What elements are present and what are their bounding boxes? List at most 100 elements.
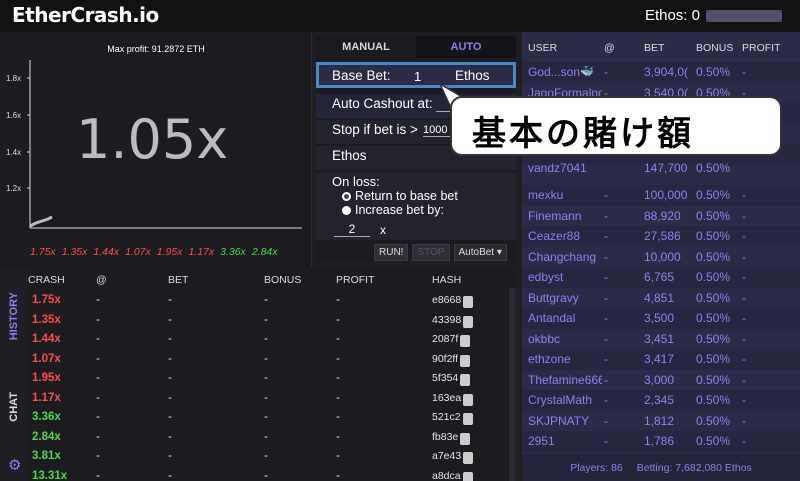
player-bet: 2,345 <box>644 393 675 407</box>
history-profit: - <box>336 469 340 481</box>
player-user[interactable]: Finemann <box>528 209 602 223</box>
player-bonus: 0.50% <box>696 413 731 428</box>
player-profit: - <box>742 413 746 428</box>
history-hash[interactable]: 43398 <box>432 314 474 328</box>
stop-button[interactable]: STOP <box>412 244 450 261</box>
player-row: Finemann -88,920 0.50% - <box>522 206 800 227</box>
run-button[interactable]: RUN! <box>374 244 409 261</box>
history-row[interactable]: 1.17x - - - - 163ea <box>28 390 515 410</box>
account-balance[interactable]: Ethos: 0 <box>645 7 782 24</box>
player-user[interactable]: Buttgravy <box>528 291 602 305</box>
history-at: - <box>96 430 100 443</box>
return-base-option[interactable]: Return to base bet <box>342 189 516 203</box>
clipboard-icon[interactable] <box>463 296 474 308</box>
history-at: - <box>96 313 100 326</box>
history-profit: - <box>336 333 340 345</box>
player-user[interactable]: Antandal <box>528 311 602 325</box>
history-scrollbar[interactable] <box>509 288 515 481</box>
increase-input[interactable]: 2 <box>334 222 370 237</box>
history-hash[interactable]: 521c2 <box>432 411 473 425</box>
clipboard-icon[interactable] <box>460 354 471 367</box>
history-column-header[interactable]: HASH <box>432 274 461 286</box>
player-bet: 27,586 <box>644 229 681 243</box>
players-column-header[interactable]: BONUS <box>696 42 733 54</box>
history-hash[interactable]: fb83e <box>432 431 471 445</box>
history-row[interactable]: 3.36x - - - - 521c2 <box>28 409 515 429</box>
history-hash[interactable]: 2087f <box>432 333 471 347</box>
player-bet: 3,500 <box>644 311 675 325</box>
player-row: 2951-1,786 0.50% - <box>522 431 800 452</box>
history-bonus: - <box>264 430 268 443</box>
player-profit: - <box>742 65 746 79</box>
side-tabs: HISTORY CHAT ⚙ <box>0 270 28 481</box>
players-column-header[interactable]: BET <box>644 42 664 54</box>
players-column-header[interactable]: PROFIT <box>742 42 781 54</box>
history-column-header[interactable]: PROFIT <box>336 274 375 286</box>
clipboard-icon[interactable] <box>463 315 474 328</box>
on-loss-section: On loss: Return to base bet Increase bet… <box>316 172 516 240</box>
annotation-callout: 基本の賭け額 <box>450 96 782 156</box>
player-user[interactable]: ethzone <box>528 352 602 366</box>
gear-icon[interactable]: ⚙ <box>8 456 21 474</box>
history-row[interactable]: 2.84x - - - - fb83e <box>28 429 515 449</box>
player-user[interactable]: mexku <box>528 188 602 202</box>
players-count: Players: 86 <box>570 461 623 474</box>
clipboard-icon[interactable] <box>462 471 473 481</box>
player-bet: 3,000 <box>644 372 675 387</box>
clipboard-icon[interactable] <box>460 335 471 347</box>
clipboard-icon[interactable] <box>462 413 473 425</box>
clipboard-icon[interactable] <box>463 393 474 406</box>
player-user[interactable]: Thefamine666 <box>528 373 602 387</box>
history-panel: HISTORY CHAT ⚙ CRASH @ BET BONUS PROFIT HASH … <box>0 270 515 481</box>
history-hash[interactable]: a8dca <box>432 470 473 481</box>
history-row[interactable]: 1.07x - - - - 90f2ff <box>28 351 515 371</box>
player-user[interactable]: SKJPNATY <box>528 414 602 428</box>
history-column-header[interactable]: CRASH <box>28 274 65 286</box>
player-user[interactable]: 2951 <box>528 434 602 448</box>
history-hash[interactable]: 163ea <box>432 392 474 406</box>
history-row[interactable]: 1.75x - - - - e8668 <box>28 292 515 312</box>
history-column-header[interactable]: BET <box>168 274 188 286</box>
radio-icon[interactable] <box>342 205 351 215</box>
tab-manual[interactable]: MANUAL <box>316 36 416 58</box>
player-row: SKJPNATY -1,812 0.50% - <box>522 411 800 432</box>
history-profit: - <box>336 372 340 384</box>
history-row[interactable]: 1.44x - - - - 2087f <box>28 331 515 351</box>
radio-selected-icon[interactable] <box>342 191 351 201</box>
player-bonus: 0.50% <box>696 270 731 284</box>
clipboard-icon[interactable] <box>460 432 471 445</box>
players-column-header[interactable]: USER <box>528 42 557 54</box>
history-hash[interactable]: 5f354 <box>432 372 471 386</box>
y-tick-label: 1.4x <box>6 148 21 157</box>
history-row[interactable]: 1.35x - - - - 43398 <box>28 312 515 332</box>
tab-history[interactable]: HISTORY <box>8 292 20 340</box>
player-profit: - <box>742 393 746 407</box>
tab-chat[interactable]: CHAT <box>8 392 20 422</box>
history-row[interactable]: 3.81x - - - - a7e43 <box>28 448 515 468</box>
clipboard-icon[interactable] <box>460 374 471 386</box>
history-column-header[interactable]: @ <box>96 274 107 286</box>
player-user[interactable]: edbyst <box>528 270 602 284</box>
player-row: Antandal -3,500 0.50% - <box>522 308 800 329</box>
increase-bet-option[interactable]: Increase bet by: <box>342 203 516 217</box>
site-logo[interactable]: EtherCrash.io <box>12 3 159 27</box>
autobet-select[interactable]: AutoBet ▾ <box>453 244 507 261</box>
base-bet-input[interactable]: 1 <box>414 69 421 84</box>
history-row[interactable]: 13.31x - - - - a8dca <box>28 468 515 481</box>
stop-label: Stop if bet is > <box>332 122 418 137</box>
history-bonus: - <box>264 469 268 481</box>
tab-auto[interactable]: AUTO <box>416 36 516 58</box>
player-user[interactable]: Ceazer88 <box>528 229 602 243</box>
players-column-header[interactable]: @ <box>604 42 615 54</box>
player-bonus: 0.50% <box>696 65 731 79</box>
player-user[interactable]: CrystalMath <box>528 393 602 407</box>
history-hash[interactable]: a7e43 <box>432 450 474 464</box>
clipboard-icon[interactable] <box>463 452 474 464</box>
history-column-header[interactable]: BONUS <box>264 274 301 286</box>
history-bet: - <box>168 450 172 462</box>
history-hash[interactable]: e8668 <box>432 294 474 308</box>
player-user[interactable]: Changchang <box>528 250 602 264</box>
player-user[interactable]: okbbc <box>528 332 602 346</box>
history-row[interactable]: 1.95x - - - - 5f354 <box>28 370 515 390</box>
history-hash[interactable]: 90f2ff <box>432 353 471 367</box>
